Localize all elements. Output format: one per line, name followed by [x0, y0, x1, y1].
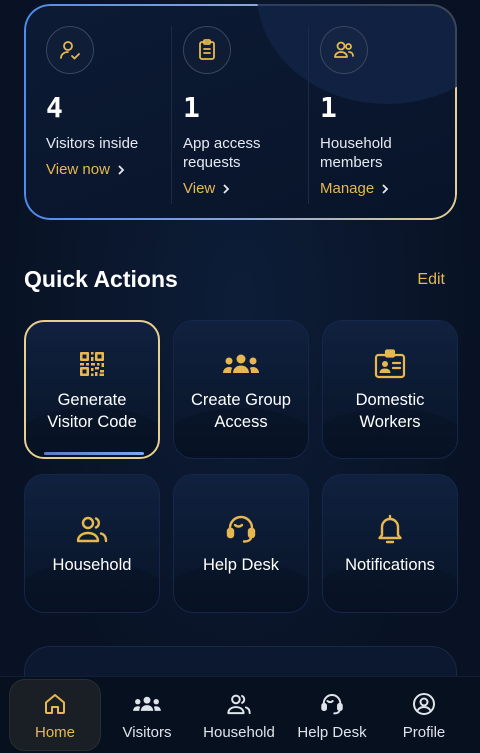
stat-app-access-requests: 1 App access requests View: [183, 26, 321, 206]
view-link[interactable]: View: [183, 180, 321, 197]
household-icon: [226, 690, 252, 718]
nav-label: Home: [34, 723, 75, 741]
help-desk-tile[interactable]: Help Desk: [173, 474, 309, 613]
chevron-right-icon: [382, 183, 389, 194]
nav-label: Help Desk: [297, 724, 367, 741]
home-icon: [43, 690, 67, 718]
tile-label: Generate Visitor Code: [47, 390, 137, 431]
tile-label: Help Desk: [202, 555, 280, 574]
divider: [308, 26, 309, 204]
nav-label: Household: [203, 724, 275, 741]
nav-profile[interactable]: Profile: [378, 677, 470, 753]
household-icon: [75, 512, 109, 546]
clipboard-icon: [183, 26, 231, 74]
headset-icon: [320, 690, 344, 718]
stat-label: App access requests: [183, 135, 261, 171]
tile-label: Notifications: [345, 555, 435, 574]
tile-label: Domestic Workers: [355, 390, 425, 431]
stat-label: Household members: [320, 135, 392, 171]
edit-button[interactable]: Edit: [417, 271, 445, 289]
bottom-navigation: Home Visitors Household Help Desk Profil…: [0, 676, 480, 753]
quick-actions-title: Quick Actions: [24, 266, 178, 292]
domestic-workers-tile[interactable]: Domestic Workers: [322, 320, 458, 459]
view-now-link[interactable]: View now: [46, 161, 184, 178]
progress-indicator: [44, 452, 144, 455]
link-label: View now: [46, 161, 110, 178]
user-check-icon: [46, 26, 94, 74]
household-tile[interactable]: Household: [24, 474, 160, 613]
nav-visitors[interactable]: Visitors: [101, 677, 193, 753]
group-icon: [222, 347, 260, 381]
divider: [171, 26, 172, 204]
stat-value: 1: [320, 91, 337, 124]
link-label: Manage: [320, 180, 375, 197]
qr-code-icon: [78, 347, 106, 381]
bell-icon: [376, 512, 404, 546]
nav-label: Profile: [402, 724, 446, 741]
id-badge-icon: [374, 347, 406, 381]
stat-household-members: 1 Household members Manage: [320, 26, 457, 206]
nav-help-desk[interactable]: Help Desk: [286, 677, 378, 753]
summary-card: 4 Visitors inside View now 1 App access …: [24, 4, 457, 220]
generate-visitor-code-tile[interactable]: Generate Visitor Code: [24, 320, 160, 459]
chevron-right-icon: [118, 164, 125, 175]
profile-icon: [412, 690, 436, 718]
nav-home[interactable]: Home: [9, 679, 101, 751]
nav-label: Visitors: [122, 724, 172, 741]
chevron-right-icon: [223, 183, 230, 194]
manage-link[interactable]: Manage: [320, 180, 457, 197]
visitors-icon: [132, 690, 162, 718]
nav-household[interactable]: Household: [193, 677, 285, 753]
headset-icon: [225, 512, 257, 546]
stat-label: Visitors inside: [46, 135, 139, 152]
stat-value: 4: [46, 91, 63, 124]
stat-visitors-inside: 4 Visitors inside View now: [46, 26, 184, 206]
tile-label: Create Group Access: [191, 390, 291, 431]
notifications-tile[interactable]: Notifications: [322, 474, 458, 613]
users-icon: [320, 26, 368, 74]
stat-value: 1: [183, 91, 200, 124]
create-group-access-tile[interactable]: Create Group Access: [173, 320, 309, 459]
tile-label: Household: [52, 555, 132, 574]
link-label: View: [183, 180, 216, 197]
